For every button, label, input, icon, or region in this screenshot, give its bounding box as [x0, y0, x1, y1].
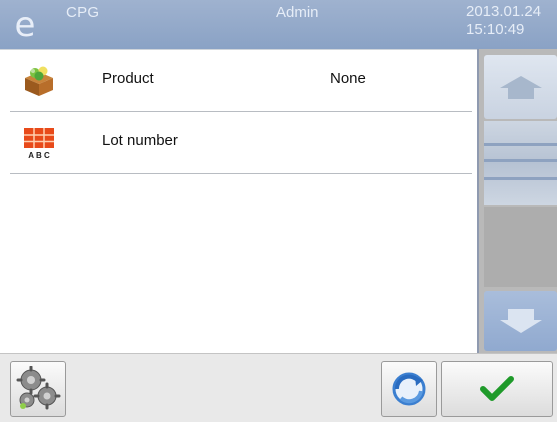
product-box-icon [22, 64, 56, 98]
scroll-thumb[interactable] [484, 121, 557, 205]
confirm-button[interactable] [441, 361, 553, 417]
refresh-icon [392, 372, 426, 406]
list-item-label: Lot number [102, 132, 178, 149]
settings-button[interactable] [10, 361, 66, 417]
gears-icon [16, 366, 61, 410]
header-bar: e CPG Admin 2013.01.24 15:10:49 [0, 0, 557, 49]
scroll-down-arrow-icon [499, 309, 542, 333]
list-item-label: Product [102, 70, 154, 87]
svg-text:A B C: A B C [28, 151, 50, 160]
logo-icon: e [14, 5, 36, 45]
time-text: 15:10:49 [466, 21, 525, 38]
scroll-track[interactable] [484, 207, 557, 287]
current-user: Admin [276, 4, 319, 21]
scroll-down-button[interactable] [484, 291, 557, 351]
settings-list: Product None A B C Lot number [0, 49, 477, 354]
scroll-up-button[interactable] [484, 55, 557, 119]
datetime: 2013.01.24 15:10:49 [466, 3, 557, 39]
refresh-button[interactable] [381, 361, 437, 417]
checkmark-icon [480, 376, 514, 401]
list-item-product[interactable]: Product None [10, 50, 472, 112]
app-name: CPG [66, 4, 100, 21]
scrollbar[interactable] [477, 49, 557, 353]
list-item-value: None [330, 70, 366, 87]
list-item-lot-number[interactable]: A B C Lot number [10, 112, 472, 174]
scroll-up-arrow-icon [499, 76, 542, 99]
bottom-toolbar [0, 353, 557, 422]
date-text: 2013.01.24 [466, 3, 542, 20]
lot-number-abc-icon: A B C [22, 126, 56, 160]
